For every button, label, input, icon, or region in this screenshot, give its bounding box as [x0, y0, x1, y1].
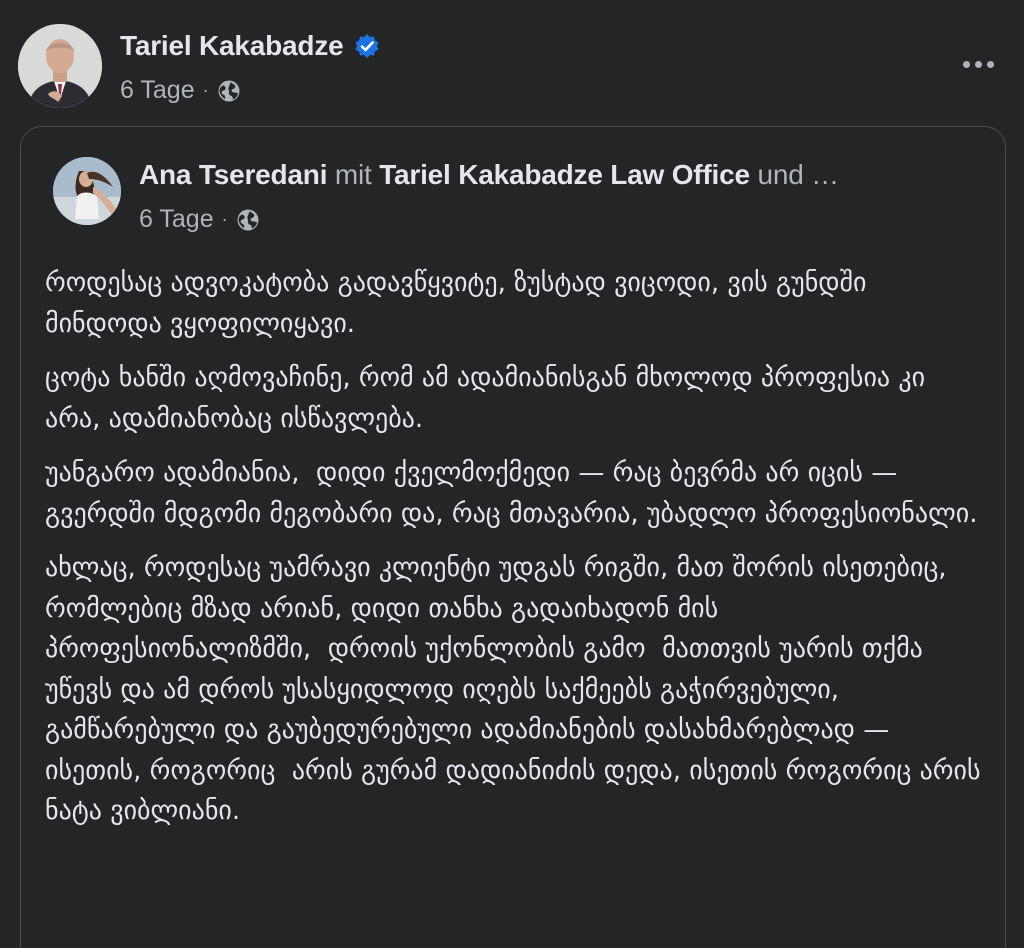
author-name[interactable]: Tariel Kakabadze	[120, 30, 344, 62]
tagged-page-link[interactable]: Tariel Kakabadze Law Office	[379, 159, 750, 190]
shared-post-card[interactable]: Ana Tseredani mit Tariel Kakabadze Law O…	[20, 126, 1006, 948]
shared-post-meta: 6 Tage ·	[139, 205, 260, 234]
post-paragraph: ახლაც, როდესაც უამრავი კლიენტი უდგას რიგ…	[45, 553, 989, 826]
meta-separator: ·	[221, 209, 228, 229]
post-paragraph: უანგარო ადამიანია, დიდი ქველმოქმედი — რა…	[45, 458, 978, 529]
post-paragraph: როდესაც ადვოკატობა გადავწყვიტე, ზუსტად ვ…	[45, 268, 875, 339]
and-more-link[interactable]: und …	[757, 159, 839, 190]
post-meta: 6 Tage ·	[120, 76, 241, 105]
shared-post-time[interactable]: 6 Tage	[139, 205, 214, 234]
globe-icon[interactable]	[217, 79, 241, 103]
post-time[interactable]: 6 Tage	[120, 76, 195, 105]
verified-badge-icon	[355, 34, 378, 58]
author-avatar[interactable]	[18, 24, 102, 108]
more-dot	[986, 60, 994, 68]
globe-icon[interactable]	[236, 208, 260, 232]
shared-post-title: Ana Tseredani mit Tariel Kakabadze Law O…	[139, 159, 839, 191]
facebook-post: Tariel Kakabadze 6 Tage · Ana Tseredani …	[0, 0, 1024, 948]
shared-post-header: Ana Tseredani mit Tariel Kakabadze Law O…	[53, 157, 985, 233]
more-options-icon[interactable]	[950, 46, 1006, 82]
with-word: mit	[334, 159, 372, 190]
post-paragraph: ცოტა ხანში აღმოვაჩინე, რომ ამ ადამიანისგ…	[45, 363, 934, 434]
shared-author-name[interactable]: Ana Tseredani	[139, 159, 327, 190]
more-dot	[974, 60, 982, 68]
meta-separator: ·	[202, 80, 209, 100]
shared-author-avatar[interactable]	[53, 157, 121, 225]
post-header: Tariel Kakabadze 6 Tage ·	[18, 24, 1006, 114]
post-body: როდესაც ადვოკატობა გადავწყვიტე, ზუსტად ვ…	[45, 263, 985, 846]
more-dot	[962, 60, 970, 68]
